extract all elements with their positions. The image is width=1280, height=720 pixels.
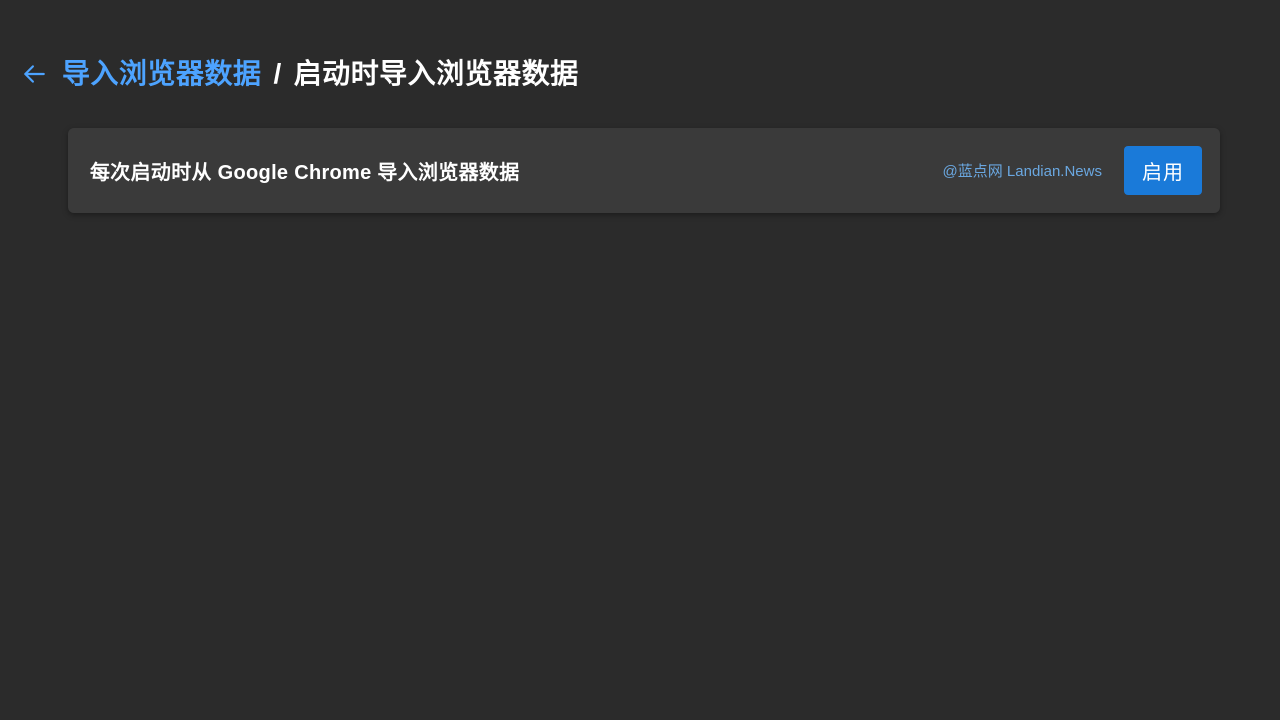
card-title: 每次启动时从 Google Chrome 导入浏览器数据 [90,156,520,185]
import-on-launch-card: 每次启动时从 Google Chrome 导入浏览器数据 @蓝点网 Landia… [68,128,1220,213]
card-right-group: @蓝点网 Landian.News 启用 [943,146,1202,195]
breadcrumb-current: 启动时导入浏览器数据 [294,52,579,92]
content-area: 每次启动时从 Google Chrome 导入浏览器数据 @蓝点网 Landia… [0,92,1280,213]
breadcrumb-separator: / [274,58,282,90]
breadcrumb: 导入浏览器数据 / 启动时导入浏览器数据 [62,52,579,92]
breadcrumb-parent-link[interactable]: 导入浏览器数据 [62,52,262,92]
enable-button[interactable]: 启用 [1124,146,1202,195]
watermark-text: @蓝点网 Landian.News [943,160,1102,181]
page-header: 导入浏览器数据 / 启动时导入浏览器数据 [0,0,1280,92]
arrow-left-icon [21,61,47,87]
back-button[interactable] [20,60,48,88]
